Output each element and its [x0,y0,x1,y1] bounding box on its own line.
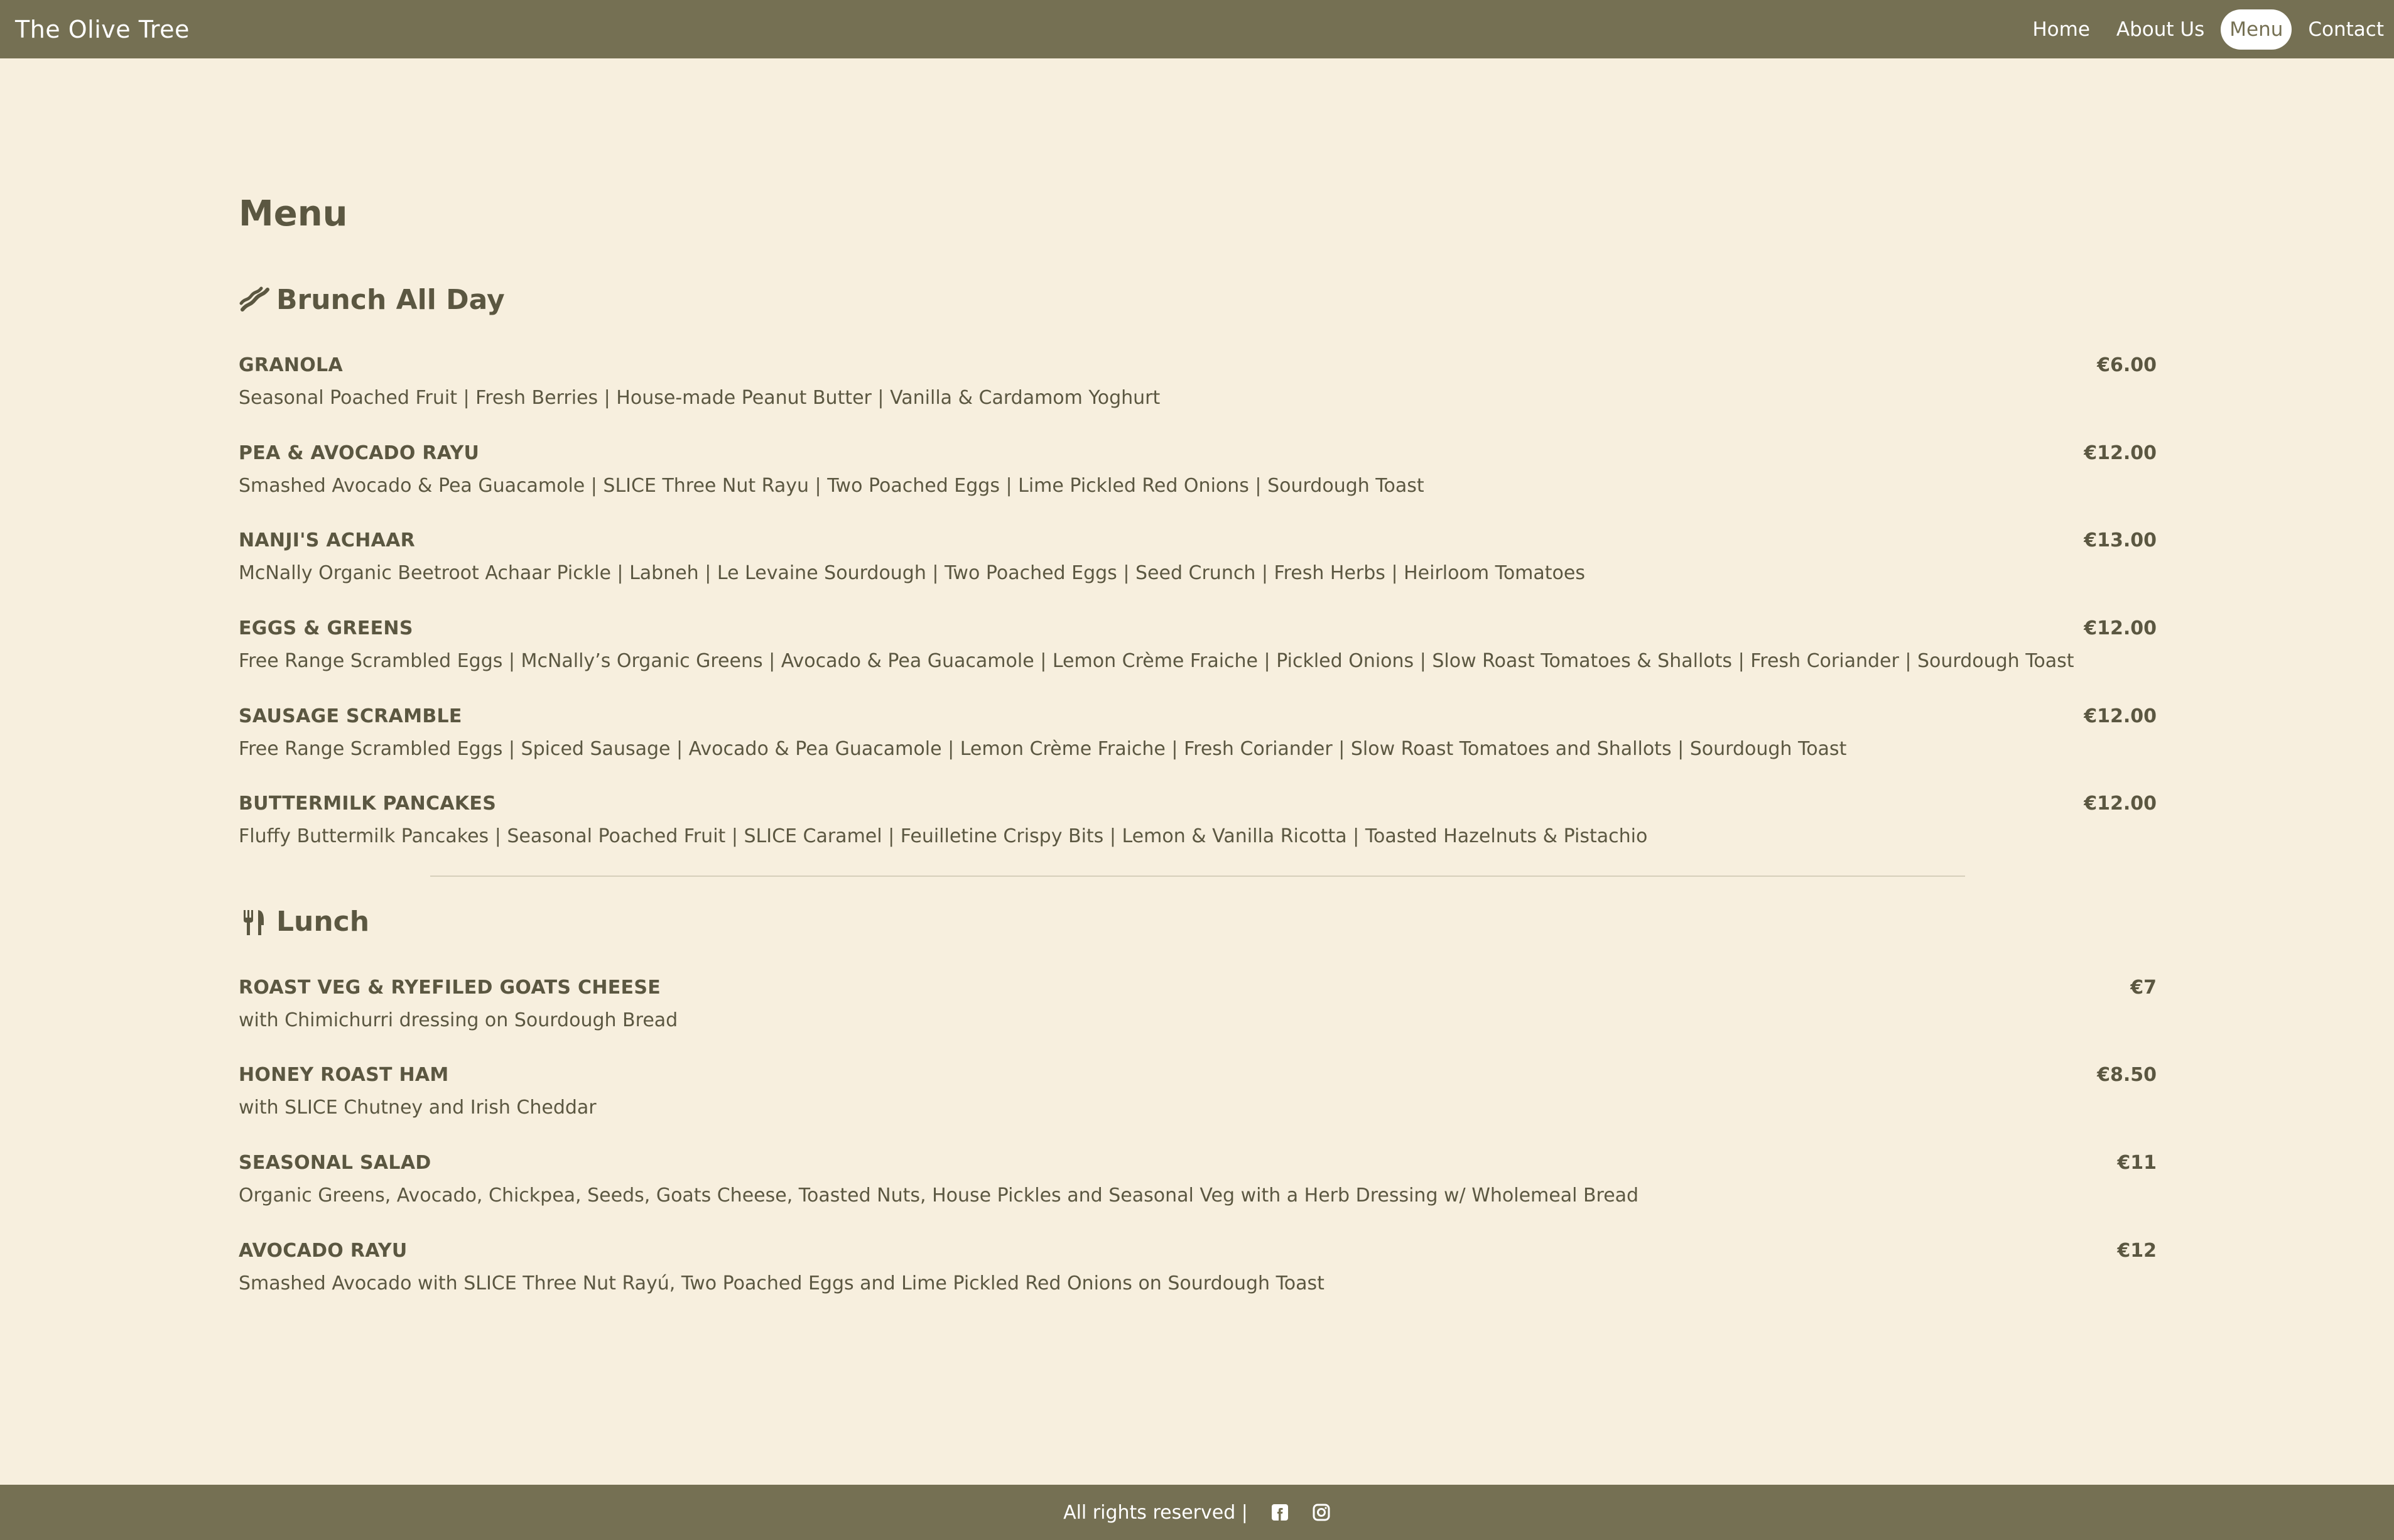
bacon-icon [239,285,270,316]
item-name: GRANOLA [239,354,343,376]
item-description: McNally Organic Beetroot Achaar Pickle |… [239,562,1585,584]
item-description: with Chimichurri dressing on Sourdough B… [239,1009,678,1031]
section-title-text: Brunch All Day [276,284,505,316]
utensils-icon [239,906,270,938]
nav-link-contact[interactable]: Contact [2298,11,2394,48]
menu-item: SAUSAGE SCRAMBLE €12.00 Free Range Scram… [239,704,2157,762]
facebook-icon[interactable] [1270,1503,1289,1522]
top-navbar: The Olive Tree Home About Us Menu Contac… [0,0,2394,58]
item-name: SAUSAGE SCRAMBLE [239,705,462,727]
nav-link-menu[interactable]: Menu [2221,9,2292,50]
nav-link-home[interactable]: Home [2022,11,2100,48]
menu-item: PEA & AVOCADO RAYU €12.00 Smashed Avocad… [239,441,2157,499]
item-price: €12.00 [2084,793,2157,815]
menu-item: SEASONAL SALAD €11 Organic Greens, Avoca… [239,1151,2157,1208]
item-description: Organic Greens, Avocado, Chickpea, Seeds… [239,1185,1639,1207]
item-name: NANJI'S ACHAAR [239,529,416,551]
item-description: Smashed Avocado & Pea Guacamole | SLICE … [239,475,1424,497]
section-title-brunch: Brunch All Day [239,284,505,316]
menu-item: NANJI'S ACHAAR €13.00 McNally Organic Be… [239,528,2157,586]
page-title: Menu [239,193,348,234]
item-name: HONEY ROAST HAM [239,1064,449,1086]
item-price: €12.00 [2084,442,2157,464]
main-nav: Home About Us Menu Contact [2016,0,2394,58]
item-name: BUTTERMILK PANCAKES [239,793,497,815]
item-description: with SLICE Chutney and Irish Cheddar [239,1097,597,1119]
item-description: Smashed Avocado with SLICE Three Nut Ray… [239,1272,1324,1294]
item-price: €8.50 [2097,1064,2157,1086]
brand-logo-text[interactable]: The Olive Tree [15,16,190,43]
item-price: €12.00 [2084,617,2157,639]
menu-item: AVOCADO RAYU €12 Smashed Avocado with SL… [239,1239,2157,1296]
item-price: €7 [2130,977,2157,999]
menu-item: EGGS & GREENS €12.00 Free Range Scramble… [239,616,2157,674]
item-price: €6.00 [2097,354,2157,376]
item-name: AVOCADO RAYU [239,1240,408,1262]
item-description: Fluffy Buttermilk Pancakes | Seasonal Po… [239,825,1648,847]
item-name: PEA & AVOCADO RAYU [239,442,480,464]
menu-item: ROAST VEG & RYEFILED GOATS CHEESE €7 wit… [239,975,2157,1033]
item-description: Free Range Scrambled Eggs | Spiced Sausa… [239,738,1847,760]
menu-item: HONEY ROAST HAM €8.50 with SLICE Chutney… [239,1063,2157,1120]
section-title-lunch: Lunch [239,906,369,938]
menu-item: BUTTERMILK PANCAKES €12.00 Fluffy Butter… [239,791,2157,849]
item-name: SEASONAL SALAD [239,1152,431,1174]
section-title-text: Lunch [276,906,370,938]
item-price: €11 [2117,1152,2157,1174]
footer-text: All rights reserved | [1063,1501,1248,1524]
item-description: Free Range Scrambled Eggs | McNally’s Or… [239,650,2074,672]
menu-item: GRANOLA €6.00 Seasonal Poached Fruit | F… [239,353,2157,411]
item-name: ROAST VEG & RYEFILED GOATS CHEESE [239,977,661,999]
item-price: €12.00 [2084,705,2157,727]
item-description: Seasonal Poached Fruit | Fresh Berries |… [239,387,1161,409]
instagram-icon[interactable] [1312,1503,1331,1522]
footer: All rights reserved | [0,1485,2394,1540]
section-divider [430,876,1965,877]
item-price: €12 [2117,1240,2157,1262]
item-name: EGGS & GREENS [239,617,413,639]
nav-link-about-us[interactable]: About Us [2106,11,2214,48]
item-price: €13.00 [2084,529,2157,551]
